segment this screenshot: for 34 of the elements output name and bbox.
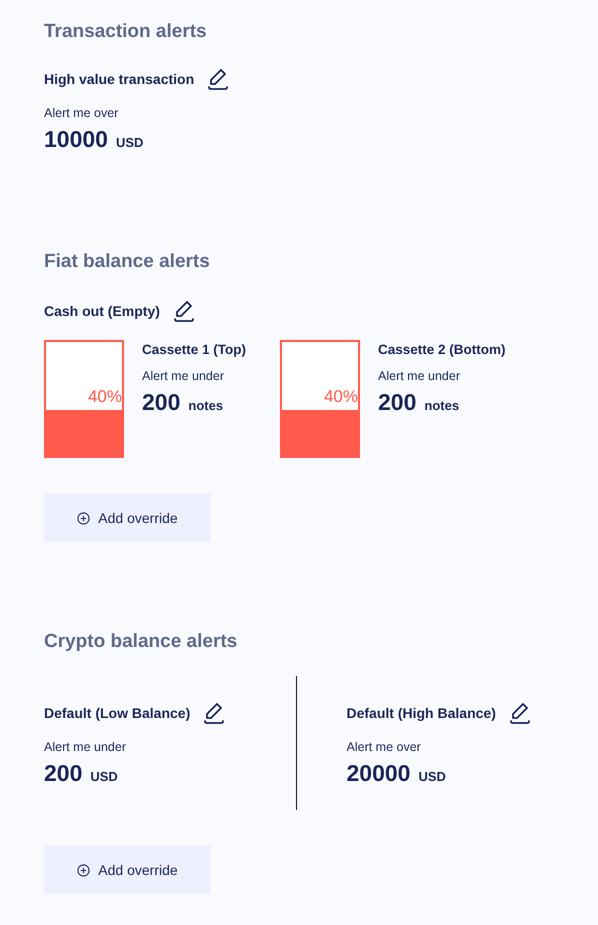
edit-icon[interactable]: [508, 701, 532, 725]
alert-name: Cash out (Empty): [44, 303, 160, 319]
unit-label: USD: [116, 135, 144, 150]
alert-label: Alert me under: [378, 369, 461, 383]
threshold-value: 200: [44, 760, 82, 787]
cassette-name: Cassette 1 (Top): [142, 342, 246, 357]
section-title: Fiat balance alerts: [44, 250, 211, 274]
section-title: Crypto balance alerts: [44, 630, 238, 654]
add-override-button[interactable]: Add override: [44, 494, 211, 542]
unit-label: notes: [424, 398, 460, 413]
alert-label: Alert me under: [142, 369, 225, 383]
plus-circle-icon: [77, 512, 90, 524]
alert-label: Alert me over: [346, 740, 422, 754]
alert-label: Alert me under: [44, 740, 127, 754]
add-override-button[interactable]: Add override: [44, 846, 211, 894]
alert-name: Default (Low Balance): [44, 705, 190, 721]
unit-label: USD: [90, 769, 118, 784]
edit-icon[interactable]: [206, 67, 230, 91]
edit-icon[interactable]: [202, 701, 226, 725]
threshold-value: 10000: [44, 126, 108, 153]
unit-label: USD: [418, 769, 446, 784]
threshold-value: 20000: [346, 760, 410, 787]
fill-percent: 40%: [88, 387, 122, 408]
fill-percent: 40%: [324, 387, 358, 408]
section-title: Transaction alerts: [44, 20, 208, 44]
alert-name: Default (High Balance): [346, 705, 496, 721]
unit-label: notes: [188, 398, 224, 413]
alert-name: High value transaction: [44, 71, 194, 87]
plus-circle-icon: [77, 864, 90, 876]
cassette-name: Cassette 2 (Bottom): [378, 342, 506, 357]
threshold-value: 200: [378, 389, 416, 416]
threshold-value: 200: [142, 389, 180, 416]
edit-icon[interactable]: [172, 299, 196, 323]
alert-label: Alert me over: [44, 106, 120, 120]
